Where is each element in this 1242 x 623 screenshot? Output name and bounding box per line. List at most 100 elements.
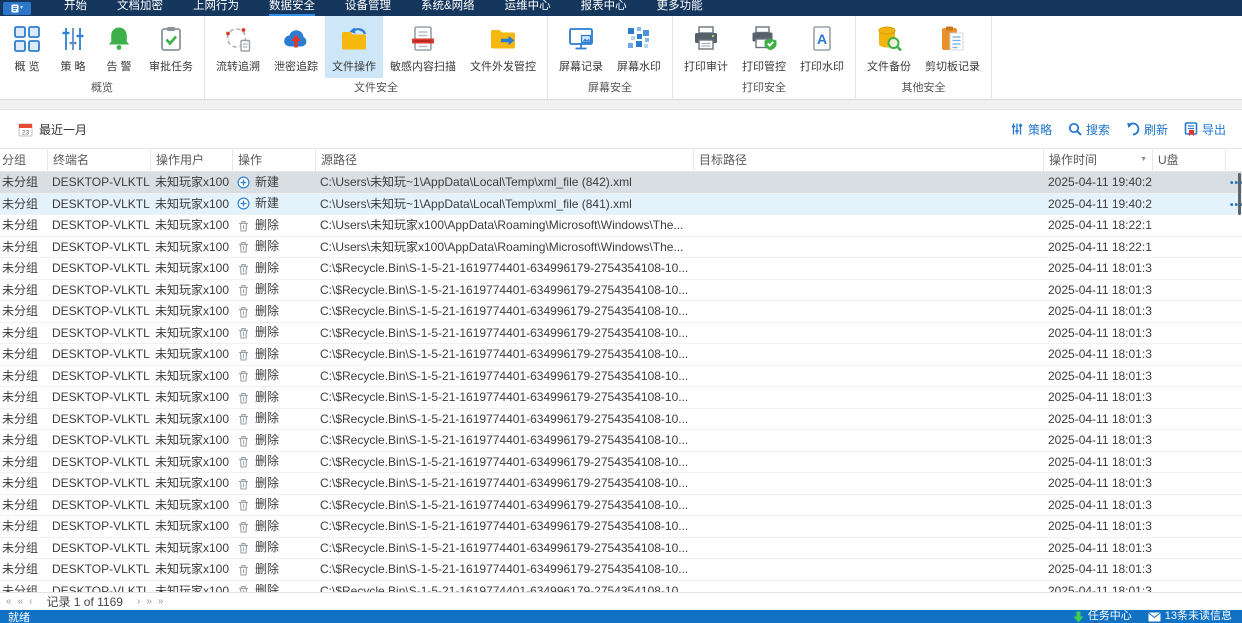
tab-data-security[interactable]: 数据安全 [254, 0, 330, 16]
cell-menu [1225, 538, 1242, 559]
action-buttons: 策略 搜索 刷新 导出 [1010, 121, 1226, 138]
tab-start[interactable]: 开始 [49, 0, 102, 16]
cell-terminal: DESKTOP-VLKTLE1 [52, 218, 150, 232]
column-header-target[interactable]: 目标路径 [693, 149, 1043, 171]
table-row[interactable]: 未分组 DESKTOP-VLKTLE1 未知玩家x100 新建 C:\Users\未知玩… [0, 172, 1242, 194]
tab-system-network[interactable]: 系统&网络 [406, 0, 490, 16]
table-row[interactable]: 未分组 DESKTOP-VLKTLE1 未知玩家x100 删除 C:\$Recycle.… [0, 301, 1242, 323]
ribbon-item-file-operations[interactable]: 文件操作 [325, 16, 383, 78]
tab-web-behavior[interactable]: 上网行为 [178, 0, 254, 16]
prev-group-button[interactable]: « [18, 594, 24, 610]
ribbon-item-print-control[interactable]: 打印管控 [735, 16, 793, 78]
cell-usb [1152, 194, 1225, 215]
table-row[interactable]: 未分组 DESKTOP-VLKTLE1 未知玩家x100 删除 C:\Users\未知玩… [0, 236, 1242, 258]
unread-messages-button[interactable]: 13条未读信息 [1148, 610, 1232, 623]
table-header: 分组 终端名 操作用户 操作 源路径 目标路径 操作时间 ▼ U盘 [0, 148, 1242, 172]
table-row[interactable]: 未分组 DESKTOP-VLKTLE1 未知玩家x100 删除 C:\$Recycle.… [0, 322, 1242, 344]
ribbon-group-label: 屏幕安全 [588, 82, 632, 94]
table-row[interactable]: 未分组 DESKTOP-VLKTLE1 未知玩家x100 删除 C:\$Recycle.… [0, 408, 1242, 430]
ribbon-item-screen-recording[interactable]: 屏幕记录 [552, 16, 610, 78]
tab-report-center[interactable]: 报表中心 [566, 0, 642, 16]
app-menu-button[interactable]: ▾ [3, 1, 31, 15]
export-button[interactable]: 导出 [1184, 121, 1226, 138]
cell-menu [1225, 581, 1242, 593]
table-row[interactable]: 未分组 DESKTOP-VLKTLE1 未知玩家x100 删除 C:\$Recycle.… [0, 430, 1242, 452]
search-button[interactable]: 搜索 [1068, 121, 1110, 138]
tab-device-management[interactable]: 设备管理 [330, 0, 406, 16]
table-row[interactable]: 未分组 DESKTOP-VLKTLE1 未知玩家x100 删除 C:\$Recycle.… [0, 473, 1242, 495]
column-header-group[interactable]: 分组 [0, 149, 47, 171]
vertical-scrollbar-thumb[interactable] [1238, 173, 1241, 215]
ribbon-item-clipboard-log[interactable]: 剪切板记录 [918, 16, 987, 78]
ribbon-item-sensitive-content-scan[interactable]: 敏感内容扫描 [383, 16, 463, 78]
column-header-source[interactable]: 源路径 [315, 149, 693, 171]
ribbon-item-overview[interactable]: 概 览 [4, 16, 50, 78]
table-row[interactable]: 未分组 DESKTOP-VLKTLE1 未知玩家x100 删除 C:\$Recycle.… [0, 451, 1242, 473]
table-row[interactable]: 未分组 DESKTOP-VLKTLE1 未知玩家x100 删除 C:\$Recycle.… [0, 365, 1242, 387]
table-row[interactable]: 未分组 DESKTOP-VLKTLE1 未知玩家x100 新建 C:\Users\未知玩… [0, 193, 1242, 215]
tab-doc-encryption[interactable]: 文档加密 [102, 0, 178, 16]
approval-clipboard-icon [156, 21, 186, 57]
cell-terminal: DESKTOP-VLKTLE1 [52, 261, 150, 275]
ribbon-group-label: 其他安全 [901, 82, 946, 94]
cell-group: 未分组 [2, 282, 39, 297]
last-page-button[interactable]: » [158, 594, 164, 610]
first-page-button[interactable]: « [6, 594, 12, 610]
column-header-usb[interactable]: U盘 [1152, 149, 1225, 171]
ribbon-item-label: 屏幕记录 [559, 61, 603, 73]
tab-ops-center[interactable]: 运维中心 [490, 0, 566, 16]
table-row[interactable]: 未分组 DESKTOP-VLKTLE1 未知玩家x100 删除 C:\$Recycle.… [0, 559, 1242, 581]
table-row[interactable]: 未分组 DESKTOP-VLKTLE1 未知玩家x100 删除 C:\$Recycle.… [0, 387, 1242, 409]
policy-button[interactable]: 策略 [1010, 121, 1052, 138]
task-center-button[interactable]: 任务中心 [1073, 610, 1132, 623]
ribbon-item-file-backup[interactable]: 文件备份 [860, 16, 918, 78]
cell-menu [1225, 237, 1242, 258]
menu-tabs: 开始 文档加密 上网行为 数据安全 设备管理 系统&网络 运维中心 报表中心 更… [49, 0, 718, 16]
ribbon-item-flow-trace[interactable]: 流转追溯 [209, 16, 267, 78]
ribbon-group-overview: 概 览 策 略 告 警 审批任务 概览 [0, 16, 205, 99]
column-header-operation[interactable]: 操作 [232, 149, 315, 171]
table-row[interactable]: 未分组 DESKTOP-VLKTLE1 未知玩家x100 删除 C:\$Recycle.… [0, 580, 1242, 593]
cell-target-path [693, 495, 1043, 516]
ribbon-item-screen-watermark[interactable]: 屏幕水印 [610, 16, 668, 78]
ribbon-item-print-audit[interactable]: 打印审计 [677, 16, 735, 78]
ribbon-item-policy[interactable]: 策 略 [50, 16, 96, 78]
ribbon-item-leak-tracking[interactable]: 泄密追踪 [267, 16, 325, 78]
column-header-time[interactable]: 操作时间 ▼ [1043, 149, 1152, 171]
column-header-user[interactable]: 操作用户 [150, 149, 232, 171]
prev-record-button[interactable]: ‹ [29, 594, 32, 610]
delete-trash-icon [237, 326, 250, 339]
sort-dropdown-icon[interactable]: ▼ [1140, 149, 1147, 171]
ribbon-item-alerts[interactable]: 告 警 [96, 16, 142, 78]
cell-group: 未分组 [2, 218, 39, 232]
cell-time: 2025-04-11 18:01:38 [1048, 261, 1152, 275]
next-record-button[interactable]: › [137, 594, 140, 610]
table-row[interactable]: 未分组 DESKTOP-VLKTLE1 未知玩家x100 删除 C:\$Recycle.… [0, 494, 1242, 516]
table-row[interactable]: 未分组 DESKTOP-VLKTLE1 未知玩家x100 删除 C:\$Recycle.… [0, 344, 1242, 366]
ribbon-item-approval-tasks[interactable]: 审批任务 [142, 16, 200, 78]
cell-group: 未分组 [2, 261, 39, 275]
ribbon-item-label: 打印管控 [742, 61, 786, 73]
ribbon-item-print-watermark[interactable]: A 打印水印 [793, 16, 851, 78]
cell-terminal: DESKTOP-VLKTLE1 [52, 282, 150, 297]
tab-more-features[interactable]: 更多功能 [642, 0, 718, 16]
next-group-button[interactable]: » [146, 594, 152, 610]
cell-group: 未分组 [2, 540, 39, 555]
column-header-terminal[interactable]: 终端名 [47, 149, 150, 171]
refresh-button[interactable]: 刷新 [1126, 121, 1168, 138]
ribbon-item-outgoing-file-control[interactable]: 文件外发管控 [463, 16, 543, 78]
cell-user: 未知玩家x100 [155, 562, 230, 576]
table-row[interactable]: 未分组 DESKTOP-VLKTLE1 未知玩家x100 删除 C:\$Recycle.… [0, 537, 1242, 559]
table-row[interactable]: 未分组 DESKTOP-VLKTLE1 未知玩家x100 删除 C:\$Recycle.… [0, 279, 1242, 301]
ribbon-group-label: 概览 [91, 82, 113, 94]
table-row[interactable]: 未分组 DESKTOP-VLKTLE1 未知玩家x100 删除 C:\Users\未知玩… [0, 215, 1242, 237]
date-range-label: 最近一月 [39, 122, 88, 137]
operation-label: 新建 [255, 174, 280, 189]
table-row[interactable]: 未分组 DESKTOP-VLKTLE1 未知玩家x100 删除 C:\$Recycle.… [0, 258, 1242, 280]
table-row[interactable]: 未分组 DESKTOP-VLKTLE1 未知玩家x100 删除 C:\$Recycle.… [0, 516, 1242, 538]
cell-time: 2025-04-11 18:01:38 [1048, 368, 1152, 383]
delete-trash-icon [237, 434, 250, 447]
operation-label: 删除 [255, 432, 280, 447]
date-range-filter[interactable]: 23 最近一月 [18, 121, 87, 138]
cell-time: 2025-04-11 19:40:27 [1048, 175, 1152, 189]
